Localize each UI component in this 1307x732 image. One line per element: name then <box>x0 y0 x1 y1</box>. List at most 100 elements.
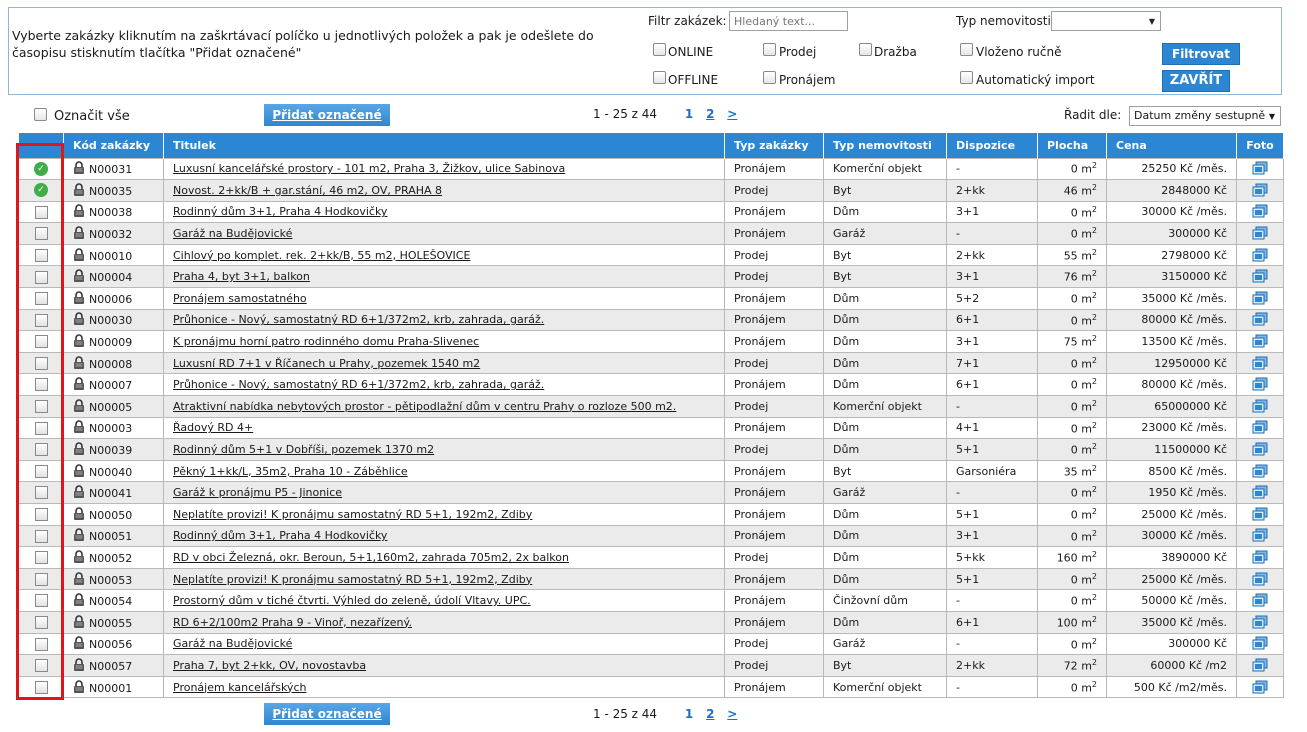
add-selected-button[interactable]: Přidat označené <box>264 104 390 126</box>
photo-cell[interactable] <box>1236 546 1284 569</box>
photo-cell[interactable] <box>1236 395 1284 418</box>
photos-icon[interactable] <box>1252 464 1268 479</box>
col-title[interactable]: Titulek <box>163 133 725 158</box>
row-select-cell[interactable] <box>18 654 64 677</box>
photos-icon[interactable] <box>1252 442 1268 457</box>
row-select-cell[interactable]: ✓ <box>18 179 64 202</box>
search-input[interactable] <box>729 11 848 31</box>
photos-icon[interactable] <box>1252 572 1268 587</box>
row-select-cell[interactable] <box>18 675 64 699</box>
page-1-link[interactable]: 1 <box>685 707 693 721</box>
photos-icon[interactable] <box>1252 226 1268 241</box>
row-checkbox[interactable] <box>34 551 48 565</box>
drazba-checkbox[interactable] <box>859 43 872 56</box>
photos-icon[interactable] <box>1252 507 1268 522</box>
order-title-link[interactable]: Luxusní RD 7+1 v Říčanech u Prahy, pozem… <box>173 357 480 370</box>
photos-icon[interactable] <box>1252 377 1268 392</box>
next-page-link[interactable]: > <box>727 707 737 721</box>
photo-cell[interactable] <box>1236 243 1284 267</box>
col-price[interactable]: Cena <box>1106 133 1237 158</box>
photos-icon[interactable] <box>1252 550 1268 565</box>
row-checkbox[interactable] <box>34 292 48 306</box>
row-select-cell[interactable] <box>18 438 64 461</box>
order-title-link[interactable]: Rodinný dům 5+1 v Dobříši, pozemek 1370 … <box>173 443 434 456</box>
close-button[interactable]: ZAVŘÍT <box>1162 70 1230 92</box>
photo-cell[interactable] <box>1236 675 1284 699</box>
order-title-link[interactable]: RD 6+2/100m2 Praha 9 - Vinoř, nezařízený… <box>173 616 412 629</box>
row-select-cell[interactable] <box>18 265 64 289</box>
col-property-type[interactable]: Typ nemovitosti <box>823 133 947 158</box>
order-title-link[interactable]: Cihlový po komplet. rek. 2+kk/B, 55 m2, … <box>173 249 470 262</box>
row-select-cell[interactable] <box>18 308 64 332</box>
photo-cell[interactable] <box>1236 308 1284 332</box>
order-title-link[interactable]: Pronájem kancelářských <box>173 681 306 694</box>
row-select-cell[interactable] <box>18 287 64 310</box>
order-title-link[interactable]: K pronájmu horní patro rodinného domu Pr… <box>173 335 479 348</box>
photos-icon[interactable] <box>1252 312 1268 327</box>
row-checkbox[interactable] <box>34 356 48 370</box>
photo-cell[interactable] <box>1236 632 1284 656</box>
photos-icon[interactable] <box>1252 161 1268 176</box>
row-select-cell[interactable] <box>18 200 64 224</box>
page-1-link[interactable]: 1 <box>685 107 693 121</box>
row-select-cell[interactable] <box>18 610 64 634</box>
photos-icon[interactable] <box>1252 269 1268 284</box>
row-checkbox[interactable] <box>34 400 48 414</box>
row-checkbox[interactable] <box>34 594 48 608</box>
row-select-cell[interactable] <box>18 351 64 375</box>
order-title-link[interactable]: Pěkný 1+kk/L, 35m2, Praha 10 - Záběhlice <box>173 465 408 478</box>
photos-icon[interactable] <box>1252 248 1268 263</box>
checkmark-icon[interactable]: ✓ <box>34 183 48 198</box>
row-checkbox[interactable] <box>34 205 48 219</box>
row-checkbox[interactable] <box>34 443 48 457</box>
add-selected-button-bottom[interactable]: Přidat označené <box>264 703 390 725</box>
photo-cell[interactable] <box>1236 200 1284 224</box>
select-all-checkbox[interactable] <box>34 108 47 121</box>
next-page-link[interactable]: > <box>727 107 737 121</box>
row-select-cell[interactable] <box>18 459 64 483</box>
order-title-link[interactable]: Garáž na Budějovické <box>173 227 292 240</box>
offline-checkbox[interactable] <box>653 71 666 84</box>
pronajem-checkbox[interactable] <box>763 71 776 84</box>
photos-icon[interactable] <box>1252 485 1268 500</box>
row-checkbox[interactable] <box>34 529 48 543</box>
photos-icon[interactable] <box>1252 636 1268 651</box>
photo-cell[interactable] <box>1236 330 1284 353</box>
row-checkbox[interactable] <box>34 616 48 630</box>
photo-cell[interactable] <box>1236 287 1284 310</box>
row-select-cell[interactable] <box>18 524 64 548</box>
col-area[interactable]: Plocha <box>1037 133 1107 158</box>
sort-select[interactable]: Datum změny sestupně ▼ <box>1129 106 1281 126</box>
row-checkbox[interactable] <box>34 486 48 500</box>
row-checkbox[interactable] <box>34 248 48 262</box>
photo-cell[interactable] <box>1236 524 1284 548</box>
row-select-cell[interactable] <box>18 481 64 504</box>
row-select-cell[interactable]: ✓ <box>18 157 64 181</box>
order-title-link[interactable]: Rodinný dům 3+1, Praha 4 Hodkovičky <box>173 529 387 542</box>
order-title-link[interactable]: Novost. 2+kk/B + gar.stání, 46 m2, OV, P… <box>173 184 442 197</box>
photos-icon[interactable] <box>1252 615 1268 630</box>
order-title-link[interactable]: Neplatíte provizi! K pronájmu samostatný… <box>173 573 532 586</box>
photos-icon[interactable] <box>1252 334 1268 349</box>
order-title-link[interactable]: Garáž na Budějovické <box>173 637 292 650</box>
row-select-cell[interactable] <box>18 567 64 591</box>
row-checkbox[interactable] <box>34 421 48 435</box>
order-title-link[interactable]: Praha 4, byt 3+1, balkon <box>173 270 310 283</box>
photo-cell[interactable] <box>1236 222 1284 245</box>
filter-button[interactable]: Filtrovat <box>1162 43 1240 65</box>
photo-cell[interactable] <box>1236 157 1284 181</box>
row-select-cell[interactable] <box>18 546 64 569</box>
row-select-cell[interactable] <box>18 330 64 353</box>
row-checkbox[interactable] <box>34 227 48 241</box>
manual-checkbox[interactable] <box>960 43 973 56</box>
page-2-link[interactable]: 2 <box>706 707 714 721</box>
photo-cell[interactable] <box>1236 416 1284 440</box>
order-title-link[interactable]: Garáž k pronájmu P5 - Jinonice <box>173 486 342 499</box>
photo-cell[interactable] <box>1236 265 1284 289</box>
row-checkbox[interactable] <box>34 572 48 586</box>
row-select-cell[interactable] <box>18 632 64 656</box>
row-checkbox[interactable] <box>34 680 48 694</box>
row-select-cell[interactable] <box>18 395 64 418</box>
photos-icon[interactable] <box>1252 204 1268 219</box>
photos-icon[interactable] <box>1252 593 1268 608</box>
